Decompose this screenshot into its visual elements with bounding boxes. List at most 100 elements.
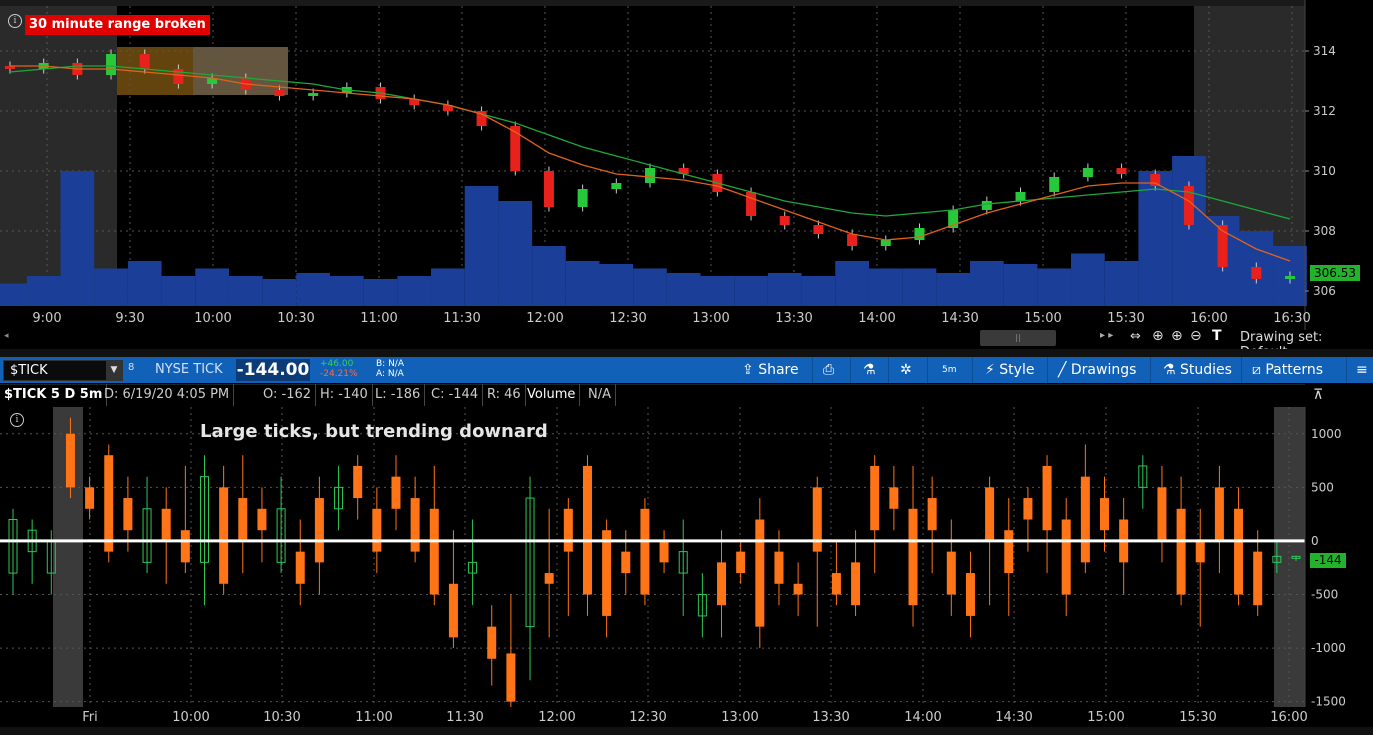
patterns-button[interactable]: ⧄ Patterns bbox=[1252, 357, 1323, 383]
volume-bar bbox=[1172, 156, 1206, 306]
x-tick-label: 11:30 bbox=[446, 710, 483, 725]
tick-candle-down bbox=[582, 465, 592, 595]
timeframe-button[interactable]: 5m bbox=[942, 357, 957, 383]
share-button[interactable]: ⇪ Share bbox=[742, 357, 799, 383]
bottom-scrollbar[interactable] bbox=[0, 727, 1373, 735]
drawings-button[interactable]: ╱ Drawings bbox=[1058, 357, 1136, 383]
x-tick-label: 16:00 bbox=[1190, 311, 1227, 326]
tick-candle-down bbox=[1253, 551, 1263, 606]
y-tick-label: -500 bbox=[1311, 588, 1338, 602]
pan-icon[interactable]: ⇔ bbox=[1130, 329, 1141, 344]
price-candle bbox=[1116, 168, 1127, 174]
tick-candle-down bbox=[985, 487, 995, 541]
bar-close: C: -144 bbox=[427, 384, 484, 406]
volume-bar bbox=[633, 268, 667, 306]
info-icon[interactable]: i bbox=[8, 14, 22, 28]
volume-bar bbox=[94, 268, 128, 306]
text-tool-icon[interactable]: T bbox=[1212, 328, 1222, 344]
x-tick-label: 15:00 bbox=[1087, 710, 1124, 725]
toolbar-separator bbox=[972, 357, 973, 383]
top-scrollbar[interactable] bbox=[0, 331, 1373, 349]
tick-candles bbox=[8, 417, 1301, 707]
volume-bar bbox=[228, 276, 263, 306]
menu-icon[interactable]: ≡ bbox=[1356, 357, 1368, 383]
tick-candle-down bbox=[908, 508, 918, 606]
y-tick-label: -1000 bbox=[1311, 641, 1346, 655]
tick-candle-down bbox=[506, 653, 516, 702]
bottom-gridlines bbox=[0, 407, 1305, 707]
chevron-down-icon[interactable]: ▼ bbox=[106, 361, 122, 380]
price-candle bbox=[779, 216, 790, 225]
tick-candle-up bbox=[1272, 555, 1282, 563]
price-candle bbox=[1049, 177, 1060, 192]
volume-bar bbox=[397, 276, 432, 306]
price-chart[interactable]: 314 312 310 308 306 9:00 9:30 10:00 10:30 11:00 1… bbox=[0, 0, 1373, 330]
screenshot-button[interactable]: ⎙ bbox=[823, 357, 834, 383]
symbol-text: $TICK bbox=[10, 363, 48, 378]
panel-divider[interactable] bbox=[0, 349, 1373, 357]
study-title: $TICK 5 D 5m bbox=[0, 384, 108, 406]
scroll-right-icon[interactable]: ▸ ▸ bbox=[1100, 330, 1113, 341]
link-icon[interactable]: 8 bbox=[128, 362, 134, 373]
tick-candle-up bbox=[199, 476, 209, 563]
zoom-out-icon[interactable]: ⊖ bbox=[1190, 328, 1202, 344]
price-candle bbox=[543, 171, 554, 207]
volume-bar bbox=[195, 268, 229, 306]
x-tick-label: 10:30 bbox=[277, 311, 314, 326]
volume-bar bbox=[363, 279, 398, 306]
tick-candle-down bbox=[180, 530, 190, 563]
volume-bar bbox=[801, 276, 836, 306]
range-break-box bbox=[193, 47, 288, 95]
scroll-left-icon[interactable]: ◂ bbox=[4, 331, 9, 341]
style-button[interactable]: ⚡ Style bbox=[985, 357, 1034, 383]
tick-candle-down bbox=[793, 583, 803, 595]
settings-button[interactable]: ✲ bbox=[900, 357, 912, 383]
tick-candle-down bbox=[1100, 498, 1110, 531]
price-candle bbox=[847, 234, 858, 246]
volume-bar bbox=[1037, 268, 1072, 306]
tick-candle-down bbox=[965, 573, 975, 616]
tick-candle-down bbox=[219, 487, 229, 584]
collapse-icon[interactable]: ⊼ bbox=[1313, 387, 1323, 403]
price-candle bbox=[914, 228, 925, 240]
tick-candle-down bbox=[621, 551, 631, 574]
tick-candle-down bbox=[257, 508, 267, 531]
beaker-icon: ⚗ bbox=[1163, 362, 1176, 378]
volume-bar bbox=[936, 273, 970, 306]
volume-bar bbox=[464, 186, 499, 306]
last-price-badge: 306.53 bbox=[1310, 265, 1360, 281]
overnight-shade bbox=[53, 407, 83, 707]
tick-candle-down bbox=[1176, 508, 1186, 595]
volume-bar bbox=[1003, 264, 1038, 306]
tick-candle-up bbox=[142, 508, 152, 563]
y-tick-label: 310 bbox=[1313, 164, 1336, 178]
x-tick-label: 9:00 bbox=[32, 311, 61, 326]
price-candle bbox=[1082, 168, 1093, 177]
last-value-badge: -144 bbox=[1310, 553, 1346, 568]
volume-bar bbox=[565, 261, 600, 306]
x-tick-label: 15:30 bbox=[1179, 710, 1216, 725]
price-candle bbox=[577, 189, 588, 207]
zoom-in-icon[interactable]: ⊕ bbox=[1171, 328, 1183, 344]
top-scroll-thumb[interactable]: || bbox=[980, 330, 1056, 346]
tick-candle-down bbox=[831, 573, 841, 595]
crosshair-icon[interactable]: ⊕ bbox=[1152, 328, 1164, 344]
volume-bar bbox=[1104, 261, 1139, 306]
volume-bar bbox=[26, 276, 61, 306]
tick-candle-down bbox=[353, 465, 363, 499]
x-tick-label: 13:00 bbox=[692, 311, 729, 326]
bottom-x-axis: Fri 10:00 10:30 11:00 11:30 12:00 12:30 13:00 13… bbox=[82, 710, 1307, 725]
x-tick-label: 14:00 bbox=[858, 311, 895, 326]
studies-button[interactable]: ⚗ Studies bbox=[1163, 357, 1232, 383]
tick-candle-down bbox=[544, 573, 554, 584]
chart-annotation[interactable]: Large ticks, but trending downard bbox=[200, 421, 548, 442]
flask-button[interactable]: ⚗ bbox=[863, 357, 876, 383]
symbol-selector[interactable]: $TICK ▼ bbox=[3, 360, 123, 381]
volume-bar bbox=[666, 273, 701, 306]
style-label: Style bbox=[999, 362, 1035, 378]
tick-candle-down bbox=[1004, 530, 1014, 574]
volume-bar bbox=[835, 261, 869, 306]
price-candle bbox=[611, 183, 622, 189]
x-tick-label: 12:00 bbox=[538, 710, 575, 725]
info-icon[interactable]: i bbox=[10, 413, 24, 427]
